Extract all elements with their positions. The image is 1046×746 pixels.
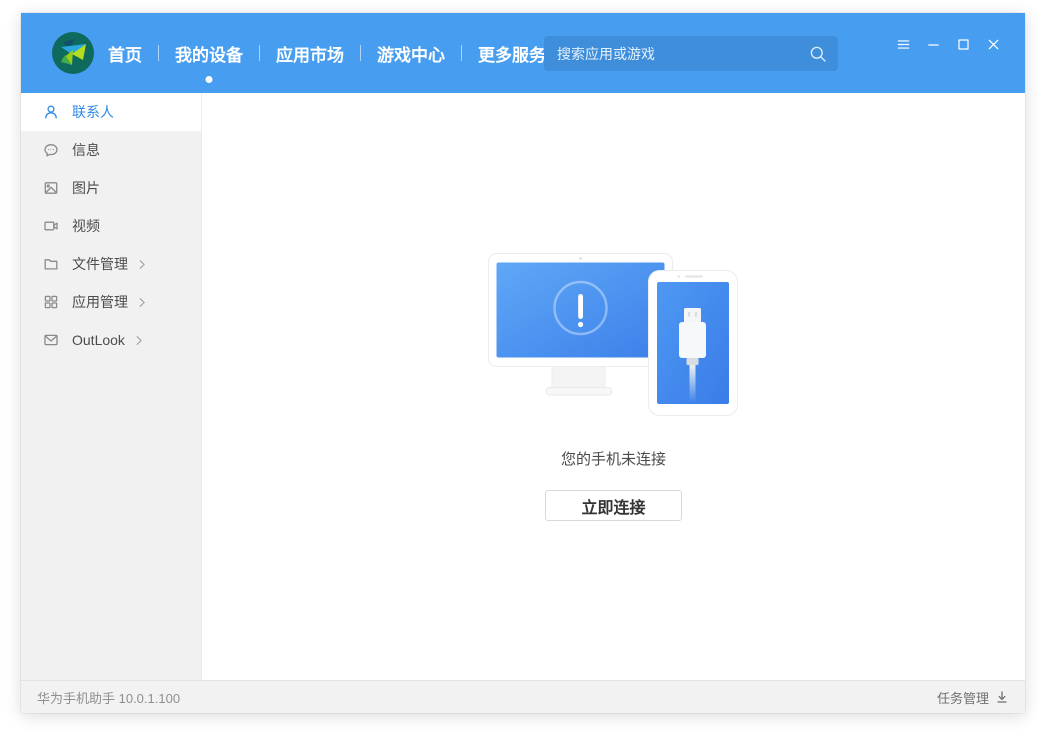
nav-item-more-services[interactable]: 更多服务 [478,41,546,66]
download-icon [995,690,1009,704]
search-input[interactable] [544,36,809,71]
menu-icon [896,37,911,52]
sidebar-item-label: 联系人 [72,102,114,122]
chevron-right-icon [134,335,145,346]
main-content: 您的手机未连接 立即连接 [202,93,1025,680]
hisuite-logo-icon [52,32,94,74]
sidebar-item-pictures[interactable]: 图片 [21,169,201,207]
sidebar-item-label: OutLook [72,332,125,348]
sidebar-item-label: 文件管理 [72,254,128,274]
window-body: 联系人信息图片视频文件管理应用管理 OutLook [21,93,1025,680]
desktop-background: 首页 我的设备 应用市场 游戏中心 更多服务 联系人信息图片视频文件管理应用管理 OutL… [0,0,1046,746]
nav-separator [461,45,462,61]
nav-item-game-center[interactable]: 游戏中心 [377,41,445,66]
monitor-graphic [488,254,672,396]
nav-item-home[interactable]: 首页 [108,41,142,66]
messages-icon [43,142,59,158]
maximize-icon [956,37,971,52]
sidebar-item-label: 应用管理 [72,292,128,312]
main-nav: 首页 我的设备 应用市场 游戏中心 更多服务 [108,13,546,93]
sidebar-item-label: 信息 [72,140,100,160]
footer-bar: 华为手机助手 10.0.1.100 任务管理 [21,680,1025,713]
nav-separator [259,45,260,61]
window-controls [888,31,1008,57]
nav-item-my-devices[interactable]: 我的设备 [175,41,243,66]
nav-separator [158,45,159,61]
sidebar-item-app-manager[interactable]: 应用管理 [21,283,201,321]
chevron-right-icon [137,297,148,308]
menu-button[interactable] [888,31,918,57]
contacts-icon [43,104,59,120]
sidebar-item-file-manager[interactable]: 文件管理 [21,245,201,283]
status-message: 您的手机未连接 [561,448,666,469]
sidebar: 联系人信息图片视频文件管理应用管理 OutLook [21,93,202,680]
search-box [544,36,838,71]
app-manager-icon [43,294,59,310]
connect-now-button[interactable]: 立即连接 [545,490,682,521]
search-icon[interactable] [809,45,827,63]
sidebar-item-messages[interactable]: 信息 [21,131,201,169]
task-manager-label: 任务管理 [937,688,989,707]
maximize-button[interactable] [948,31,978,57]
minimize-icon [926,37,941,52]
nav-separator [360,45,361,61]
sidebar-item-label: 视频 [72,216,100,236]
outlook-icon [43,332,59,348]
sidebar-item-contacts[interactable]: 联系人 [21,93,201,131]
chevron-right-icon [137,259,148,270]
phone-usb-graphic [648,271,737,416]
videos-icon [43,218,59,234]
close-icon [986,37,1001,52]
task-manager-button[interactable]: 任务管理 [937,688,1009,707]
phone-not-connected-illustration [488,251,740,417]
app-version-label: 华为手机助手 10.0.1.100 [37,688,180,707]
sidebar-item-outlook[interactable]: OutLook [21,321,201,359]
close-button[interactable] [978,31,1008,57]
pictures-icon [43,180,59,196]
minimize-button[interactable] [918,31,948,57]
file-manager-icon [43,256,59,272]
nav-item-app-market[interactable]: 应用市场 [276,41,344,66]
sidebar-item-videos[interactable]: 视频 [21,207,201,245]
sidebar-item-label: 图片 [72,178,100,198]
header-bar: 首页 我的设备 应用市场 游戏中心 更多服务 [21,13,1025,93]
hisuite-window: 首页 我的设备 应用市场 游戏中心 更多服务 联系人信息图片视频文件管理应用管理 OutL… [21,13,1025,713]
